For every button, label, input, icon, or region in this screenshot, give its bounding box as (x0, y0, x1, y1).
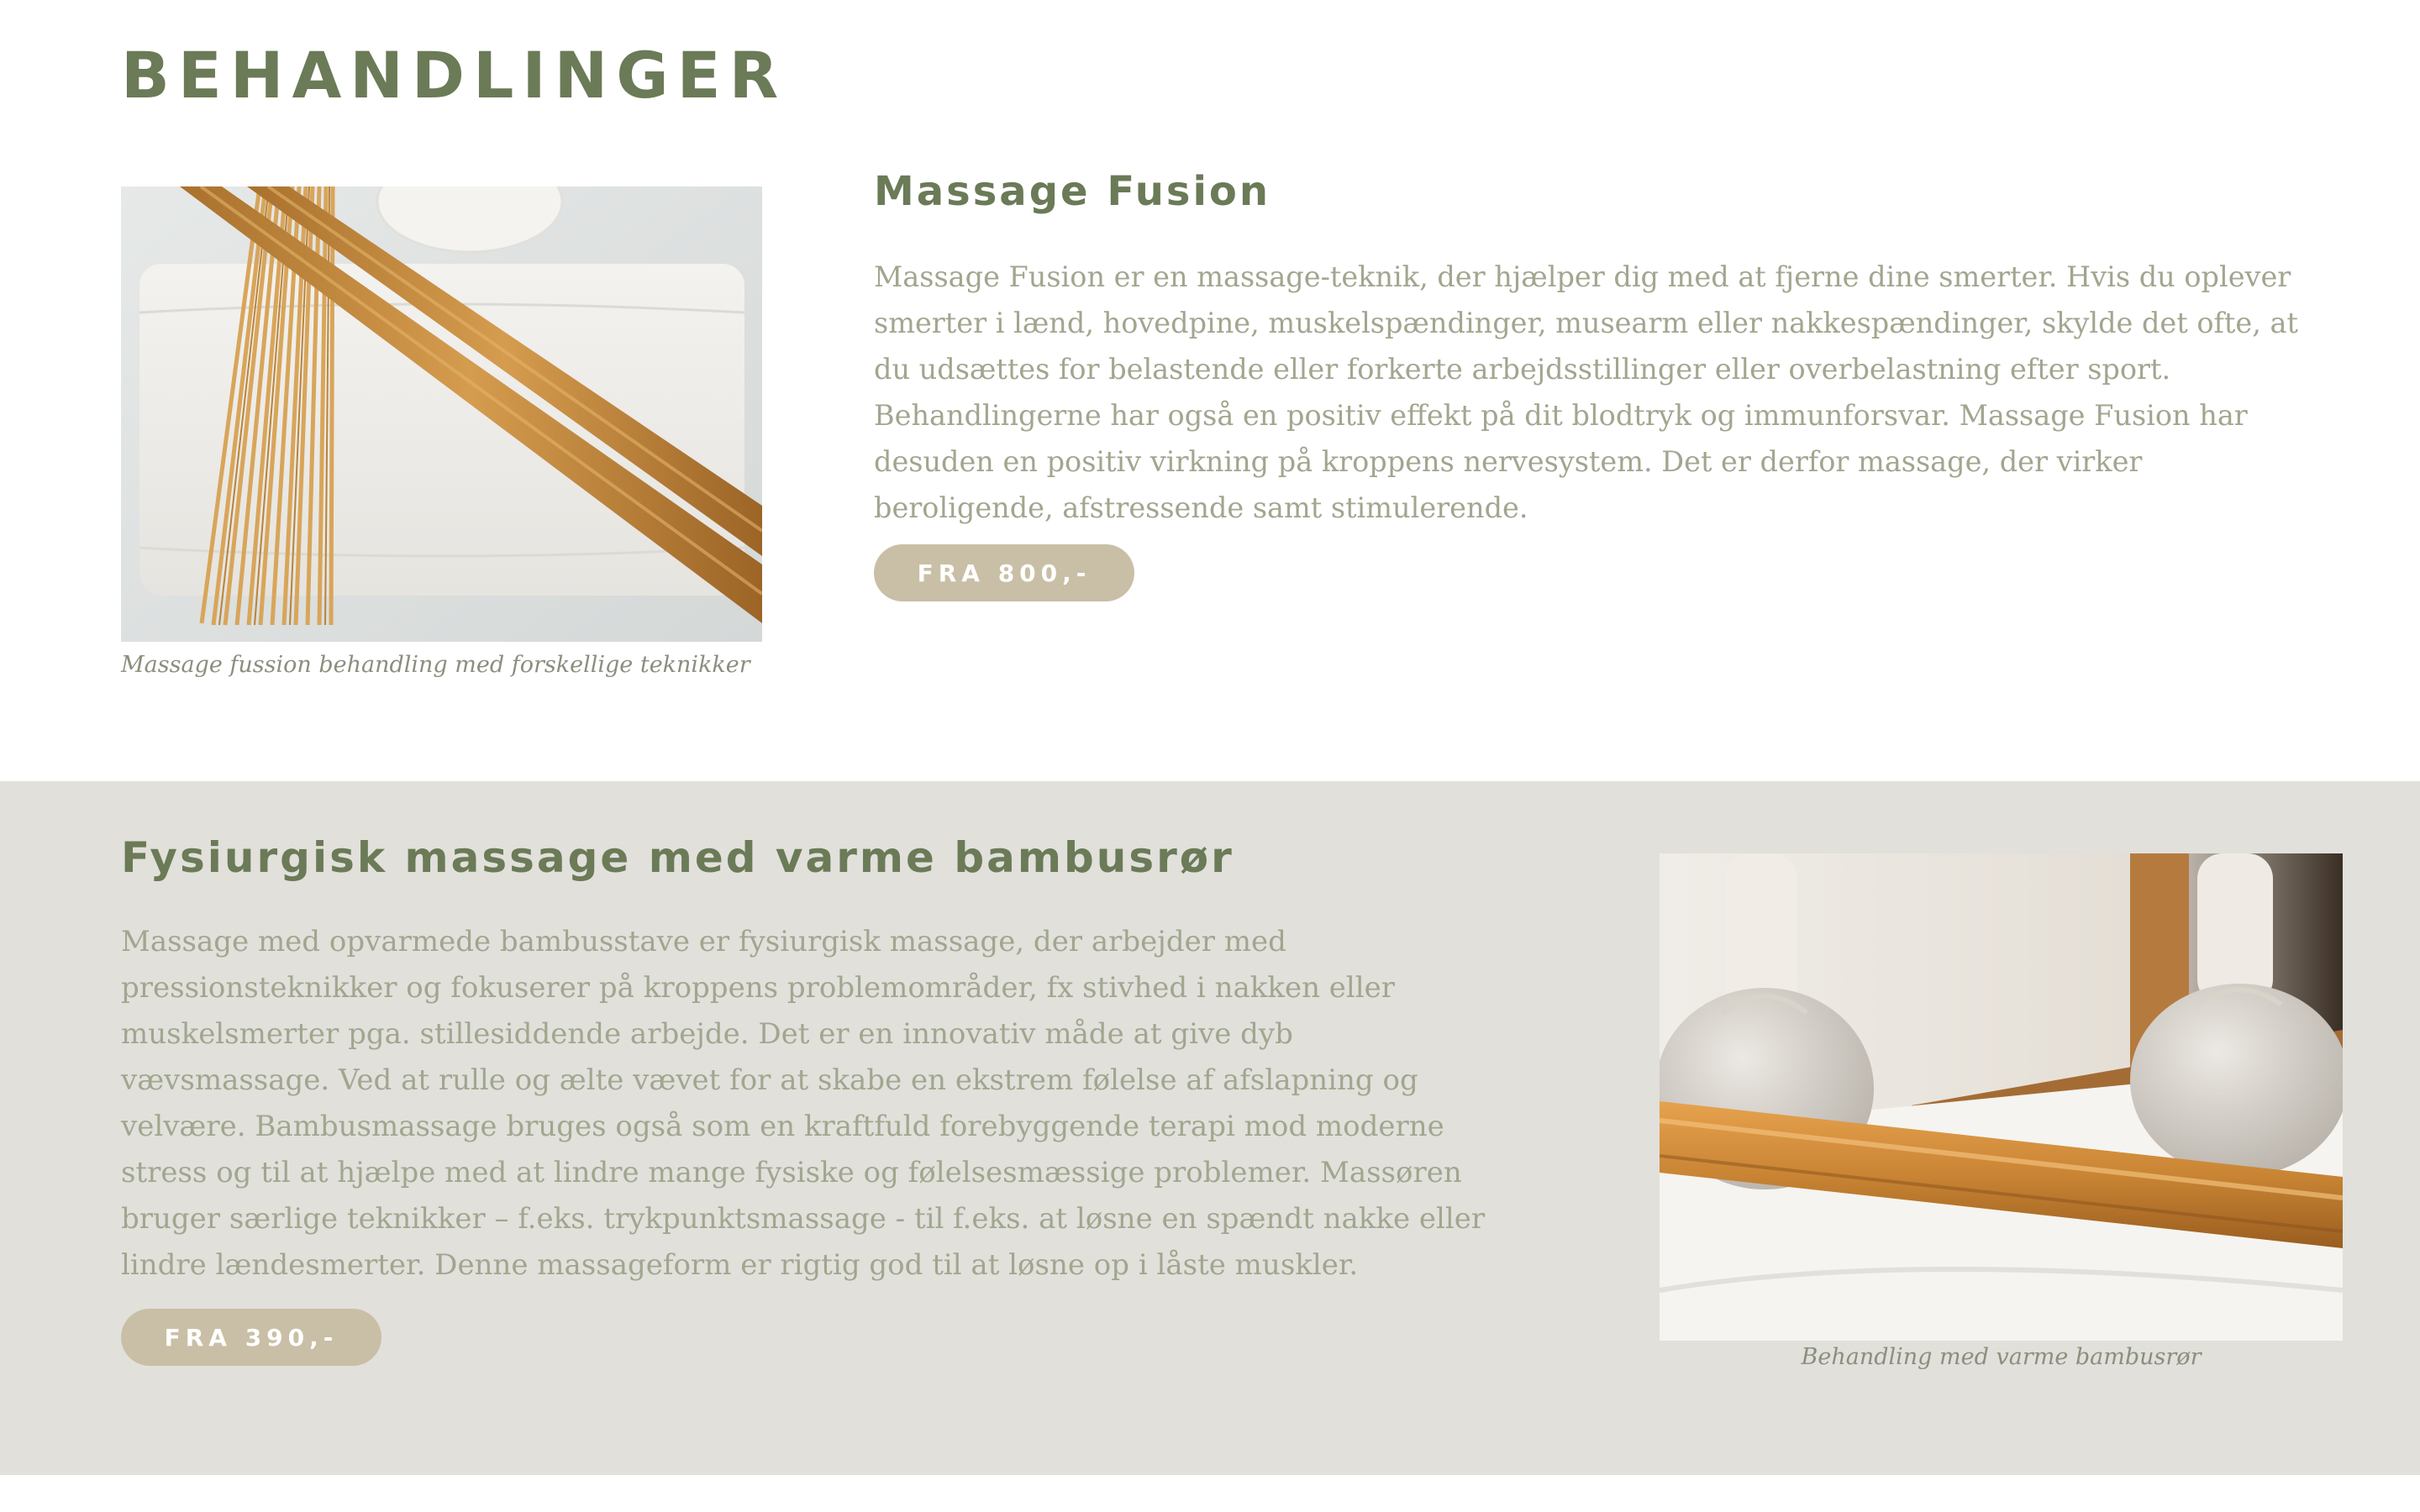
price-button[interactable]: FRA 390,- (121, 1309, 381, 1366)
page: BEHANDLINGER Massage fussion behandling … (0, 0, 2420, 1512)
price-button[interactable]: FRA 800,- (874, 544, 1134, 601)
treatment-section-bamboo-massage: Fysiurgisk massage med varme bambusrør M… (0, 781, 2420, 1475)
image-caption: Massage fussion behandling med forskelli… (121, 652, 750, 678)
massage-fusion-photo (121, 186, 762, 642)
treatment-description: Massage med opvarmede bambusstave er fys… (121, 925, 1486, 1282)
bamboo-massage-photo (1660, 853, 2343, 1341)
treatment-title: Fysiurgisk massage med varme bambusrør (121, 833, 1234, 882)
image-caption: Behandling med varme bambusrør (1801, 1344, 2202, 1370)
treatment-section-massage-fusion: BEHANDLINGER Massage fussion behandling … (0, 0, 2420, 781)
treatment-description: Massage Fusion er en massage-teknik, der… (874, 260, 2298, 524)
page-title: BEHANDLINGER (121, 38, 787, 113)
treatment-title: Massage Fusion (874, 168, 1271, 215)
